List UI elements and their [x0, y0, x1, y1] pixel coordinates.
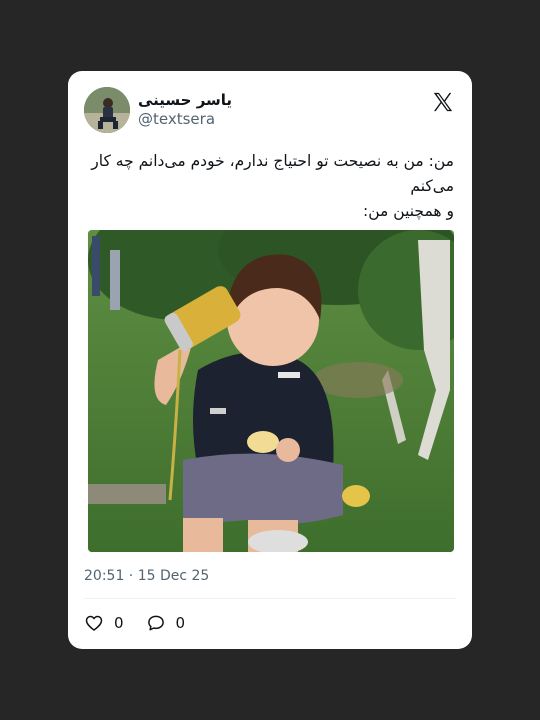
tweet-header: یاسر حسینی @textsera	[84, 85, 456, 135]
user-handle[interactable]: @textsera	[138, 110, 215, 128]
like-button[interactable]: 0	[84, 613, 124, 633]
tweet-actions: 0 0	[84, 613, 456, 633]
tweet-timestamp[interactable]: 20:51 · 15 Dec 25	[84, 568, 456, 584]
tweet-card: یاسر حسینی @textsera من: من به نصیحت تو …	[68, 71, 472, 649]
tweet-text: من: من به نصیحت تو احتیاج ندارم، خودم می…	[84, 149, 456, 224]
comment-icon	[147, 615, 164, 631]
reply-button[interactable]: 0	[146, 613, 186, 633]
x-logo-icon[interactable]	[432, 91, 454, 113]
avatar-image	[84, 87, 130, 133]
display-name[interactable]: یاسر حسینی	[138, 91, 232, 109]
avatar[interactable]	[84, 87, 130, 133]
like-count: 0	[114, 614, 124, 632]
reply-count: 0	[175, 614, 186, 632]
tweet-line: می‌کنم	[410, 177, 454, 195]
tweet-line: من: من به نصیحت تو احتیاج ندارم، خودم می…	[91, 152, 454, 170]
divider	[84, 598, 456, 599]
tweet-media-photo[interactable]	[88, 230, 454, 552]
tweet-line: و همچنین من:	[363, 202, 454, 220]
photo-child-drinking	[88, 230, 454, 552]
heart-icon	[85, 615, 103, 631]
